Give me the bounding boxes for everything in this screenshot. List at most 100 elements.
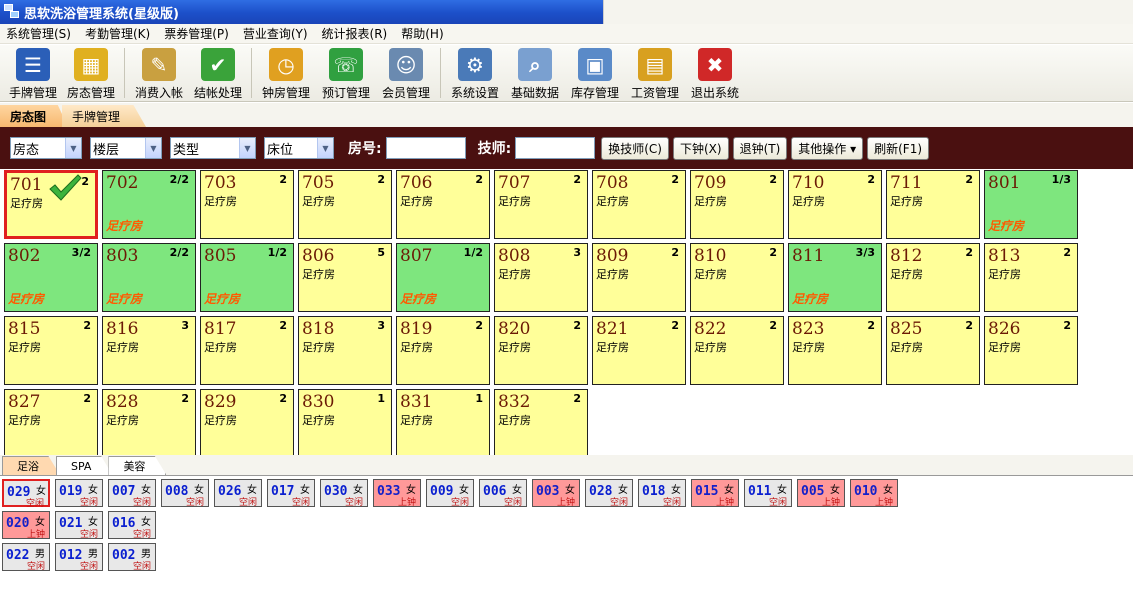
room-card[interactable]: 809 2 足疗房 [592,243,686,312]
technician-card[interactable]: 021 女空闲 [55,511,103,540]
toolbar-button-6[interactable]: ◷ 钟房管理 [256,45,316,101]
technician-card[interactable]: 020 女上钟 [2,511,50,540]
menu-item-5[interactable]: 帮助(H) [401,25,443,42]
room-card[interactable]: 711 2 足疗房 [886,170,980,239]
room-card[interactable]: 826 2 足疗房 [984,316,1078,385]
room-type-select[interactable]: 类型 ▼ [170,137,256,159]
room-card[interactable]: 820 2 足疗房 [494,316,588,385]
refresh-button[interactable]: 刷新(F1) [867,136,930,160]
salary-book-icon: ▤ [638,48,672,81]
technician-card[interactable]: 005 女上钟 [797,479,845,508]
room-card[interactable]: 815 2 足疗房 [4,316,98,385]
room-card[interactable]: 707 2 足疗房 [494,170,588,239]
technician-card[interactable]: 016 女空闲 [108,511,156,540]
room-card[interactable]: 705 2 足疗房 [298,170,392,239]
tab-category-2[interactable]: 美容 [108,456,167,475]
room-card[interactable]: 822 2 足疗房 [690,316,784,385]
room-card[interactable]: 803 2/2 足疗房 [102,243,196,312]
room-card[interactable]: 817 2 足疗房 [200,316,294,385]
toolbar-button-12[interactable]: ▣ 库存管理 [565,45,625,101]
room-card[interactable]: 802 3/2 足疗房 [4,243,98,312]
room-card[interactable]: 706 2 足疗房 [396,170,490,239]
menu-item-0[interactable]: 系统管理(S) [6,25,71,42]
toolbar-button-0[interactable]: ☰ 手牌管理 [4,45,62,101]
room-card[interactable]: 808 3 足疗房 [494,243,588,312]
technician-card[interactable]: 022 男空闲 [2,543,50,572]
cancel-service-button[interactable]: 退钟(T) [732,136,788,160]
room-card[interactable]: 832 2 足疗房 [494,389,588,458]
floor-select[interactable]: 楼层 ▼ [90,137,162,159]
room-bed-count: 2 [965,173,973,186]
room-card[interactable]: 829 2 足疗房 [200,389,294,458]
room-card[interactable]: 813 2 足疗房 [984,243,1078,312]
technician-card[interactable]: 003 女上钟 [532,479,580,508]
toolbar-button-3[interactable]: ✎ 消费入帐 [129,45,189,101]
room-card[interactable]: 811 3/3 足疗房 [788,243,882,312]
room-card[interactable]: 827 2 足疗房 [4,389,98,458]
menu-item-4[interactable]: 统计报表(R) [322,25,388,42]
room-card[interactable]: 801 1/3 足疗房 [984,170,1078,239]
title-bar[interactable]: 思软洗浴管理系统(星级版) [0,0,1133,24]
toolbar-button-10[interactable]: ⚙ 系统设置 [445,45,505,101]
room-card[interactable]: 702 2/2 足疗房 [102,170,196,239]
room-state-select[interactable]: 房态 ▼ [10,137,82,159]
toolbar-button-1[interactable]: ▦ 房态管理 [62,45,120,101]
technician-card[interactable]: 029 女空闲 [2,479,50,509]
menu-item-2[interactable]: 票券管理(P) [164,25,229,42]
room-card[interactable]: 818 3 足疗房 [298,316,392,385]
technician-input[interactable] [515,137,596,159]
technician-card[interactable]: 017 女空闲 [267,479,315,508]
bed-select[interactable]: 床位 ▼ [264,137,334,159]
room-bed-count: 2 [769,173,777,186]
technician-card[interactable]: 012 男空闲 [55,543,103,572]
tab-room-map[interactable]: 房态图 [0,105,69,127]
technician-card[interactable]: 008 女空闲 [161,479,209,508]
technician-card[interactable]: 019 女空闲 [55,479,103,508]
other-actions-button[interactable]: 其他操作 ▾ [791,136,864,160]
technician-card[interactable]: 015 女上钟 [691,479,739,508]
toolbar-button-4[interactable]: ✔ 结帐处理 [189,45,247,101]
toolbar-button-8[interactable]: ☺ 会员管理 [376,45,436,101]
room-card[interactable]: 825 2 足疗房 [886,316,980,385]
technician-card[interactable]: 007 女空闲 [108,479,156,508]
end-service-button[interactable]: 下钟(X) [672,136,729,160]
room-card[interactable]: 821 2 足疗房 [592,316,686,385]
room-card[interactable]: 830 1 足疗房 [298,389,392,458]
menu-item-3[interactable]: 营业查询(Y) [243,25,308,42]
technician-card[interactable]: 026 女空闲 [214,479,262,508]
toolbar-button-14[interactable]: ✖ 退出系统 [685,45,745,101]
room-card[interactable]: 810 2 足疗房 [690,243,784,312]
toolbar-button-13[interactable]: ▤ 工资管理 [625,45,685,101]
toolbar-button-11[interactable]: ⌕ 基础数据 [505,45,565,101]
technician-card[interactable]: 010 女上钟 [850,479,898,508]
technician-card[interactable]: 002 男空闲 [108,543,156,572]
tab-category-1[interactable]: SPA [56,456,113,475]
room-card[interactable]: 828 2 足疗房 [102,389,196,458]
technician-card[interactable]: 028 女空闲 [585,479,633,508]
room-card[interactable]: 806 5 足疗房 [298,243,392,312]
room-card[interactable]: 819 2 足疗房 [396,316,490,385]
room-card[interactable]: 701 2 足疗房 [4,170,98,239]
room-card[interactable]: 710 2 足疗房 [788,170,882,239]
room-card[interactable]: 807 1/2 足疗房 [396,243,490,312]
tab-category-0[interactable]: 足浴 [2,456,60,475]
technician-card[interactable]: 011 女空闲 [744,479,792,508]
room-card[interactable]: 805 1/2 足疗房 [200,243,294,312]
room-number-input[interactable] [385,137,466,159]
room-card[interactable]: 812 2 足疗房 [886,243,980,312]
room-card[interactable]: 816 3 足疗房 [102,316,196,385]
technician-card[interactable]: 009 女空闲 [426,479,474,508]
technician-card[interactable]: 006 女空闲 [479,479,527,508]
room-card[interactable]: 709 2 足疗房 [690,170,784,239]
technician-card[interactable]: 030 女空闲 [320,479,368,508]
room-card[interactable]: 823 2 足疗房 [788,316,882,385]
technician-card[interactable]: 018 女空闲 [638,479,686,508]
change-technician-button[interactable]: 换技师(C) [601,136,669,160]
room-card[interactable]: 703 2 足疗房 [200,170,294,239]
room-card[interactable]: 831 1 足疗房 [396,389,490,458]
toolbar-button-7[interactable]: ☏ 预订管理 [316,45,376,101]
tab-hand-card[interactable]: 手牌管理 [62,105,147,127]
menu-item-1[interactable]: 考勤管理(K) [85,25,150,42]
room-card[interactable]: 708 2 足疗房 [592,170,686,239]
technician-card[interactable]: 033 女上钟 [373,479,421,508]
